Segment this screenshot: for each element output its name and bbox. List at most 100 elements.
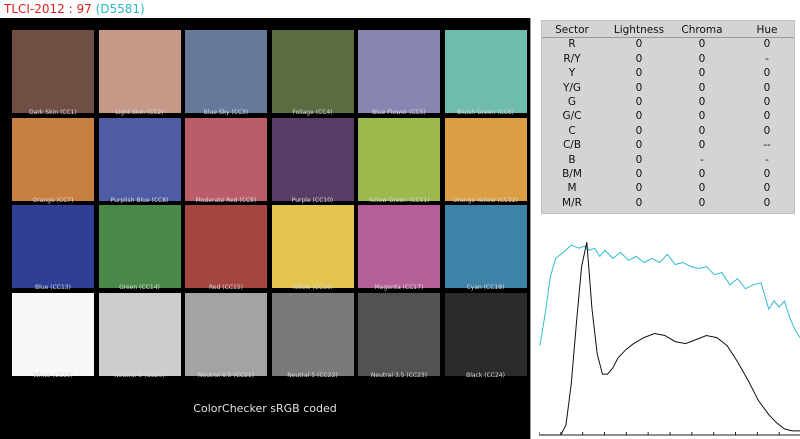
tlci-score: TLCI-2012 : 97 xyxy=(4,2,92,16)
patch-label: White (CC19) xyxy=(32,371,74,379)
color-patch xyxy=(271,30,354,113)
color-patch xyxy=(358,292,440,376)
table-cell: 0 xyxy=(698,124,706,137)
table-cell: 0 xyxy=(698,52,706,65)
table-cell: 0 xyxy=(635,96,643,108)
table-cell: 0 xyxy=(635,110,643,123)
color-patch xyxy=(12,117,94,201)
patch-label: Light Skin (CC2) xyxy=(115,109,164,116)
table-cell: 0 xyxy=(635,124,643,137)
table-cell: -- xyxy=(763,139,771,152)
table-cell: 0 xyxy=(763,182,771,195)
patch-label: Neutral 8 (CC20) xyxy=(114,371,165,379)
table-row: Y 0 0 0 xyxy=(542,66,794,80)
table-row: M 0 0 0 xyxy=(542,181,794,195)
patch-label: Orange (CC7) xyxy=(32,196,74,204)
table-row: M/R 0 0 0 xyxy=(542,196,794,210)
color-patch xyxy=(358,117,440,201)
patch-label: Cyan (CC18) xyxy=(466,284,505,291)
table-cell: 0 xyxy=(763,67,771,80)
patch-label: Red (CC15) xyxy=(208,284,243,291)
color-patch xyxy=(444,30,527,113)
patch-label: Blue Flower (CC5) xyxy=(372,109,426,116)
table-cell: 0 xyxy=(698,38,706,51)
table-cell: M/R xyxy=(562,196,582,209)
table-cell: - xyxy=(700,153,704,166)
table-row: B 0 - - xyxy=(542,153,794,167)
table-cell: 0 xyxy=(763,96,771,108)
color-patch xyxy=(271,117,354,201)
title-bar: TLCI-2012 : 97 (D5581) xyxy=(4,2,145,17)
table-cell: 0 xyxy=(635,67,643,80)
table-cell: 0 xyxy=(635,52,643,65)
table-cell: Y xyxy=(568,67,576,80)
patch-label: Yellow (CC16) xyxy=(291,284,334,291)
table-row: Y/G 0 0 0 xyxy=(542,81,794,95)
table-cell: 0 xyxy=(698,81,706,94)
color-patch xyxy=(444,205,527,288)
table-cell: C/B xyxy=(562,139,582,152)
table-cell: 0 xyxy=(635,38,643,51)
patch-label: Orange Yellow (CC12) xyxy=(452,196,519,204)
table-row: G/C 0 0 0 xyxy=(542,109,794,123)
colorchecker-panel: Dark Skin (CC1) Light Skin (CC2) Blue Sky … xyxy=(0,18,530,439)
table-cell: 0 xyxy=(763,110,771,123)
color-patch xyxy=(185,205,267,288)
table-row: B/M 0 0 0 xyxy=(542,167,794,181)
table-cell: 0 xyxy=(763,196,771,209)
table-cell: G/C xyxy=(562,110,582,123)
column-header: Hue xyxy=(756,24,778,36)
table-row: C 0 0 0 xyxy=(542,124,794,138)
color-patch xyxy=(271,292,354,376)
color-patch xyxy=(444,292,527,376)
column-header: Chroma xyxy=(681,24,723,36)
color-patch xyxy=(271,205,354,288)
patch-label: Purplish Blue (CC8) xyxy=(110,196,169,204)
table-cell: 0 xyxy=(635,153,643,166)
table-cell: 0 xyxy=(698,182,706,195)
table-cell: G xyxy=(567,96,577,108)
patch-label: Foliage (CC4) xyxy=(292,109,333,116)
table-row: C/B 0 0 -- xyxy=(542,138,794,152)
table-cell: 0 xyxy=(698,139,706,152)
patch-label: Blue (CC13) xyxy=(35,284,71,291)
color-patch xyxy=(98,205,181,288)
patch-label: Purple (CC10) xyxy=(291,196,334,204)
table-cell: B/M xyxy=(562,168,582,180)
table-header: Sector Lightness Chroma Hue xyxy=(542,23,794,39)
patch-label: Blue Sky (CC3) xyxy=(203,109,249,116)
table-cell: 0 xyxy=(698,168,706,180)
table-row: R 0 0 0 xyxy=(542,37,794,51)
patch-label: Neutral 5 (CC22) xyxy=(287,371,338,379)
color-patch xyxy=(98,292,181,376)
table-cell: M xyxy=(567,182,577,195)
patch-label: Yellow Green (CC11) xyxy=(368,196,430,204)
table-cell: R xyxy=(568,38,576,51)
table-cell: 0 xyxy=(635,168,643,180)
color-patch xyxy=(12,30,94,113)
sector-table: Sector Lightness Chroma Hue R 0 0 0 R/Y 0 0- Y 0 0 0 Y/… xyxy=(541,20,795,214)
table-cell: 0 xyxy=(698,110,706,123)
patch-label: Black (CC24) xyxy=(466,371,505,379)
patch-label: Neutral 6.5 (CC21) xyxy=(197,371,255,379)
table-cell: 0 xyxy=(635,139,643,152)
table-cell: 0 xyxy=(635,182,643,195)
table-cell: B xyxy=(568,153,576,166)
table-cell: 0 xyxy=(698,67,706,80)
table-cell: 0 xyxy=(763,124,771,137)
table-cell: 0 xyxy=(698,196,706,209)
patch-label: Moderate Red (CC9) xyxy=(195,196,257,204)
table-row: G 0 0 0 xyxy=(542,95,794,109)
color-patch xyxy=(98,30,181,113)
table-cell: 0 xyxy=(763,38,771,51)
table-cell: 0 xyxy=(698,96,706,108)
color-patch xyxy=(185,292,267,376)
table-cell: 0 xyxy=(763,81,771,94)
table-row: R/Y 0 0 - xyxy=(542,52,794,66)
right-panel: Sector Lightness Chroma Hue R 0 0 0 R/Y 0 0- Y 0 0 0 Y/… xyxy=(530,18,800,439)
patch-label: Dark Skin (CC1) xyxy=(29,109,77,116)
color-patch xyxy=(358,30,440,113)
table-cell: 0 xyxy=(635,81,643,94)
table-cell: 0 xyxy=(763,168,771,180)
table-cell: R/Y xyxy=(563,52,581,65)
